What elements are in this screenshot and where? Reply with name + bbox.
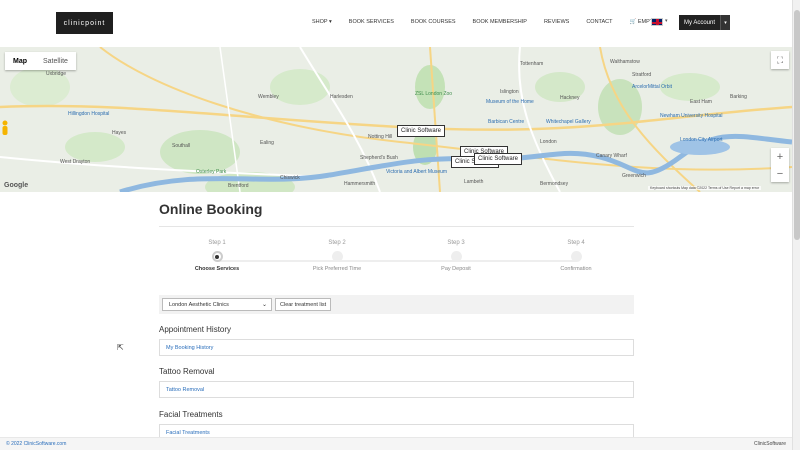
- fullscreen-icon[interactable]: ⛶: [771, 51, 789, 69]
- step-number: Step 2: [328, 240, 346, 246]
- service-card[interactable]: Tattoo Removal: [159, 381, 634, 398]
- satellite-tab[interactable]: Satellite: [35, 52, 76, 70]
- map-place-label: Canary Wharf: [596, 153, 627, 159]
- map-place-label: Barking: [730, 94, 747, 100]
- section-title-tattoo-removal: Tattoo Removal: [159, 367, 215, 376]
- map-place-label: Southall: [172, 143, 191, 149]
- map-place-label: Chiswick: [280, 175, 300, 181]
- google-logo: Google: [4, 182, 29, 189]
- page-scrollbar[interactable]: [792, 0, 800, 450]
- map-place-label: Shepherd's Bush: [360, 155, 398, 161]
- section-title-appointment-history: Appointment History: [159, 325, 232, 334]
- title-divider: [159, 226, 634, 227]
- map-place-label: Newham University Hospital: [660, 113, 723, 119]
- step-2: Step 2 Pick Preferred Time: [282, 240, 392, 272]
- pegman-icon[interactable]: [0, 120, 10, 136]
- chevron-down-icon[interactable]: ▾: [720, 15, 731, 30]
- map-place-label: Notting Hill: [368, 134, 393, 140]
- main-nav: SHOP ▾ BOOK SERVICES BOOK COURSES BOOK M…: [312, 19, 674, 25]
- section-title-facial-treatments: Facial Treatments: [159, 410, 223, 419]
- clinic-select-value: London Aesthetic Clinics: [169, 301, 229, 308]
- nav-contact[interactable]: CONTACT: [586, 19, 612, 25]
- mouse-cursor-icon: ⇱: [117, 343, 124, 352]
- step-dot: [450, 251, 462, 262]
- step-1: Step 1 Choose Services: [162, 240, 272, 272]
- step-label: Confirmation: [560, 266, 592, 272]
- step-dot: [331, 251, 343, 262]
- map-place-label: Harlesden: [330, 94, 353, 100]
- step-dot: [570, 251, 582, 262]
- footer-copyright-link[interactable]: © 2022 ClinicSoftware.com: [6, 441, 66, 447]
- map-place-label: Victoria and Albert Museum: [386, 169, 448, 175]
- map-place-label: Uxbridge: [46, 71, 67, 77]
- map-place-label: Stratford: [632, 72, 652, 78]
- service-card[interactable]: My Booking History: [159, 339, 634, 356]
- map-place-label: East Ham: [690, 99, 712, 105]
- map-place-label: ZSL London Zoo: [415, 91, 453, 97]
- step-4: Step 4 Confirmation: [521, 240, 631, 272]
- map-place-label: Hayes: [112, 130, 127, 136]
- map-place-label: London: [540, 139, 557, 145]
- my-account-button[interactable]: My Account: [679, 15, 721, 30]
- site-footer: © 2022 ClinicSoftware.com ClinicSoftware: [0, 437, 792, 450]
- map-attribution[interactable]: Keyboard shortcuts Map data ©2022 Terms …: [648, 186, 762, 190]
- clinic-map[interactable]: Map Satellite Uxbridge Hillingdon Hospit…: [0, 47, 792, 192]
- nav-book-services[interactable]: BOOK SERVICES: [349, 19, 394, 25]
- clinic-map-marker[interactable]: Clinic Software: [397, 125, 446, 137]
- my-booking-history-link[interactable]: My Booking History: [166, 345, 213, 351]
- step-label: Pay Deposit: [441, 266, 471, 272]
- nav-shop[interactable]: SHOP ▾: [312, 19, 332, 25]
- step-number: Step 1: [208, 240, 226, 246]
- map-place-label: Hammersmith: [344, 181, 376, 187]
- filter-bar: London Aesthetic Clinics ⌄ Clear treatme…: [159, 295, 634, 314]
- nav-book-membership[interactable]: BOOK MEMBERSHIP: [473, 19, 527, 25]
- step-label: Pick Preferred Time: [312, 266, 362, 272]
- map-place-label: Tottenham: [520, 61, 544, 67]
- map-place-label: Whitechapel Gallery: [546, 119, 591, 125]
- language-caret-icon[interactable]: ▾: [665, 18, 668, 24]
- map-place-label: Lambeth: [464, 179, 484, 185]
- step-number: Step 3: [447, 240, 465, 246]
- map-place-label: West Drayton: [60, 159, 91, 165]
- chevron-down-icon: ⌄: [261, 302, 267, 308]
- map-tab[interactable]: Map: [5, 52, 35, 70]
- step-number: Step 4: [567, 240, 585, 246]
- nav-book-courses[interactable]: BOOK COURSES: [411, 19, 456, 25]
- clinic-map-marker[interactable]: Clinic Software: [474, 153, 523, 165]
- map-place-label: Bermondsey: [540, 181, 569, 187]
- nav-reviews[interactable]: REVIEWS: [544, 19, 569, 25]
- facial-treatments-link[interactable]: Facial Treatments: [166, 430, 210, 436]
- step-active-dot: [211, 251, 223, 262]
- uk-flag-icon[interactable]: [651, 18, 663, 26]
- step-3: Step 3 Pay Deposit: [401, 240, 511, 272]
- clear-treatment-list-button[interactable]: Clear treatment list: [275, 298, 332, 311]
- site-logo[interactable]: clinicpoint: [56, 12, 113, 34]
- map-place-label: Wembley: [258, 94, 279, 100]
- booking-steps: Step 1 Choose Services Step 2 Pick Prefe…: [159, 240, 634, 280]
- footer-brand: ClinicSoftware: [754, 441, 786, 447]
- map-place-label: London City Airport: [680, 137, 723, 143]
- map-place-label: Osterley Park: [196, 169, 227, 175]
- my-account-dropdown[interactable]: My Account ▾: [679, 15, 731, 30]
- map-type-toggle: Map Satellite: [5, 52, 76, 70]
- zoom-out-button[interactable]: −: [777, 168, 783, 180]
- map-place-label: Hillingdon Hospital: [68, 111, 110, 117]
- scrollbar-thumb[interactable]: [794, 10, 800, 240]
- tattoo-removal-link[interactable]: Tattoo Removal: [166, 387, 204, 393]
- map-place-label: Greenwich: [622, 173, 646, 179]
- clinic-select[interactable]: London Aesthetic Clinics ⌄: [162, 298, 272, 311]
- zoom-control: + −: [771, 148, 789, 182]
- map-place-label: ArcelorMittal Orbit: [632, 84, 673, 90]
- step-label: Choose Services: [194, 266, 240, 272]
- page-title: Online Booking: [159, 201, 263, 217]
- zoom-in-button[interactable]: +: [777, 151, 783, 163]
- map-place-label: Barbican Centre: [488, 119, 525, 125]
- map-place-label: Ealing: [260, 140, 274, 146]
- map-place-label: Islington: [500, 89, 519, 95]
- map-place-label: Walthamstow: [610, 59, 640, 65]
- map-place-label: Brentford: [228, 183, 249, 189]
- map-place-label: Museum of the Home: [486, 99, 534, 105]
- map-place-label: Hackney: [560, 95, 580, 101]
- site-header: clinicpoint SHOP ▾ BOOK SERVICES BOOK CO…: [0, 0, 792, 46]
